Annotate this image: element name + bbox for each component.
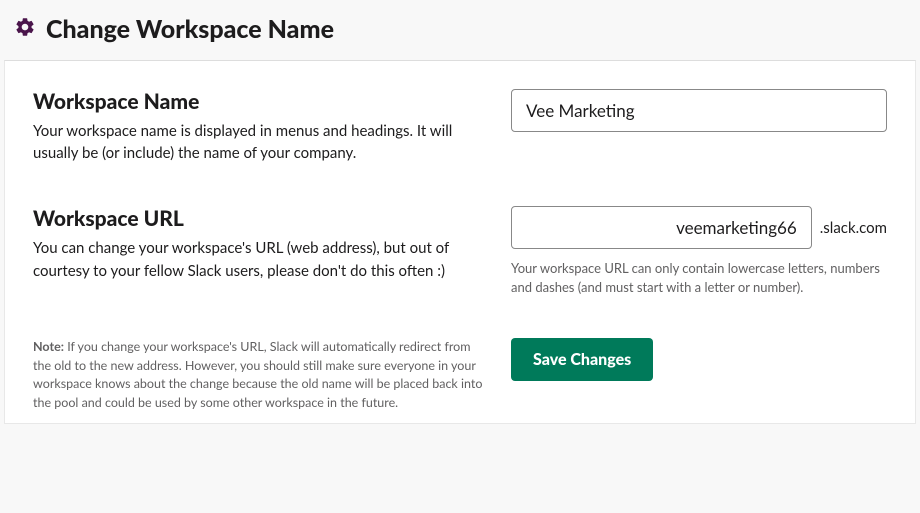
workspace-url-section: Workspace URL You can change your worksp… [33, 206, 887, 295]
url-suffix: .slack.com [820, 219, 887, 237]
gear-icon [14, 16, 36, 42]
save-changes-button[interactable]: Save Changes [511, 338, 653, 381]
note-body: If you change your workspace's URL, Slac… [33, 339, 482, 410]
workspace-url-input[interactable] [511, 206, 812, 249]
workspace-url-heading: Workspace URL [33, 206, 483, 231]
workspace-url-right: .slack.com Your workspace URL can only c… [511, 206, 887, 295]
workspace-name-input[interactable] [511, 89, 887, 132]
workspace-url-left: Workspace URL You can change your worksp… [33, 206, 483, 295]
page-title: Change Workspace Name [46, 14, 334, 44]
workspace-url-description: You can change your workspace's URL (web… [33, 237, 483, 281]
workspace-name-left: Workspace Name Your workspace name is di… [33, 89, 483, 164]
note-label: Note: [33, 339, 64, 354]
footer-row: Note: If you change your workspace's URL… [33, 338, 887, 413]
workspace-name-description: Your workspace name is displayed in menu… [33, 120, 483, 164]
note-text: Note: If you change your workspace's URL… [33, 338, 483, 413]
url-hint: Your workspace URL can only contain lowe… [511, 259, 887, 295]
page-header: Change Workspace Name [0, 0, 920, 60]
footer-left: Note: If you change your workspace's URL… [33, 338, 483, 413]
workspace-name-right [511, 89, 887, 164]
settings-panel: Workspace Name Your workspace name is di… [4, 60, 916, 424]
footer-right: Save Changes [511, 338, 887, 381]
url-input-row: .slack.com [511, 206, 887, 249]
workspace-name-heading: Workspace Name [33, 89, 483, 114]
workspace-name-section: Workspace Name Your workspace name is di… [33, 89, 887, 164]
